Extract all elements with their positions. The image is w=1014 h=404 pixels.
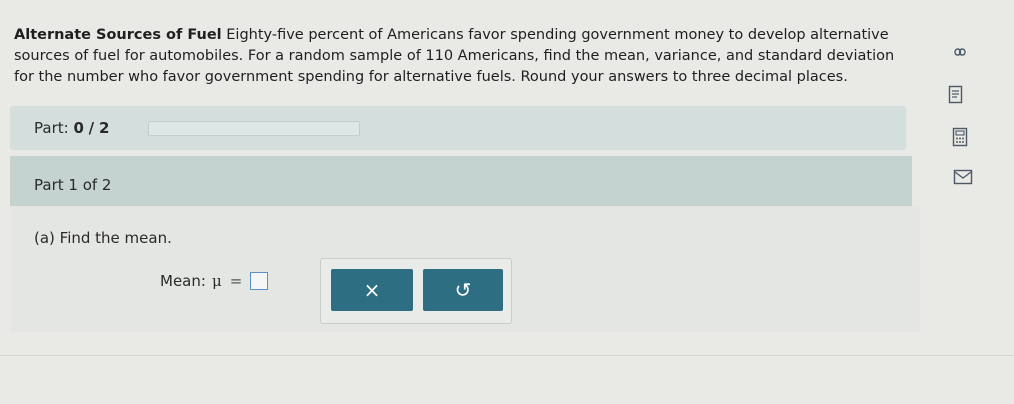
undo-button[interactable]: ↺: [423, 269, 503, 311]
progress-track: [148, 121, 360, 136]
part-header: Part 1 of 2: [10, 156, 912, 206]
progress-label: Part: 0 / 2: [34, 119, 109, 137]
problem-title: Alternate Sources of Fuel: [14, 27, 222, 43]
mail-icon[interactable]: [952, 168, 974, 186]
mu-symbol: μ: [211, 272, 222, 290]
calculator-icon[interactable]: [950, 126, 970, 148]
undo-icon: ↺: [454, 278, 472, 302]
answer-row: Mean: μ =: [160, 272, 269, 290]
equals-sign: =: [229, 272, 243, 290]
notes-icon[interactable]: [946, 84, 966, 106]
progress-label-text: Part:: [34, 119, 69, 137]
progress-bar-section: Part: 0 / 2: [10, 106, 906, 150]
progress-separator: /: [88, 119, 95, 137]
part-body: (a) Find the mean. Mean: μ = × ↺: [10, 206, 920, 332]
question-text: (a) Find the mean.: [34, 229, 172, 247]
progress-total: 2: [98, 119, 110, 137]
divider: [0, 355, 1014, 356]
close-icon: ×: [363, 278, 381, 302]
mean-answer-input[interactable]: [250, 272, 269, 290]
infinity-icon[interactable]: [950, 44, 970, 60]
problem-statement: Alternate Sources of Fuel Eighty-five pe…: [14, 25, 914, 88]
clear-button[interactable]: ×: [331, 269, 413, 311]
progress-current: 0: [73, 119, 84, 137]
answer-label: Mean:: [160, 272, 206, 290]
answer-tool-panel: × ↺: [320, 258, 512, 324]
part-header-label: Part 1 of 2: [34, 176, 112, 194]
